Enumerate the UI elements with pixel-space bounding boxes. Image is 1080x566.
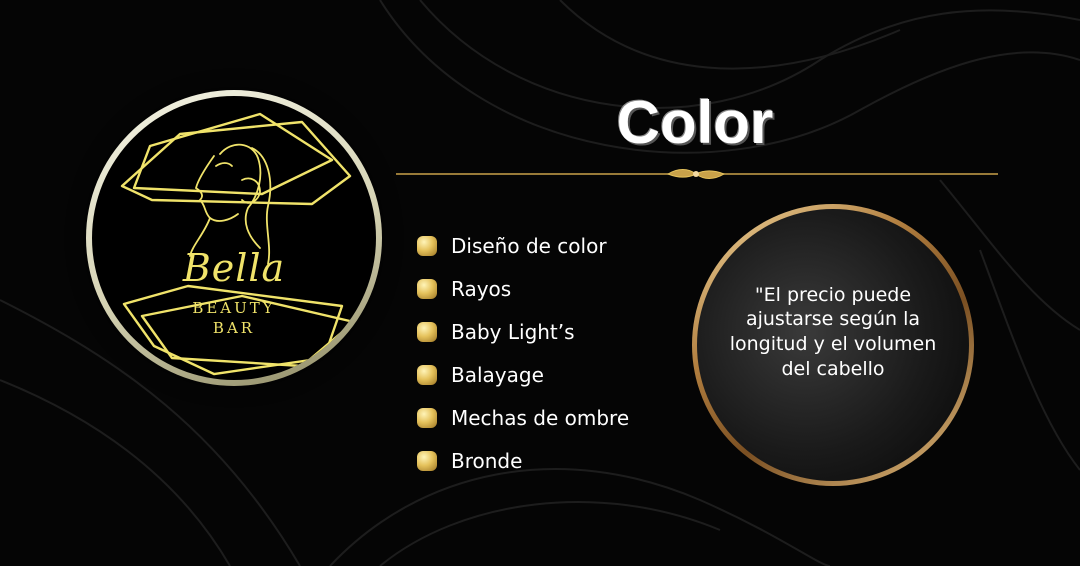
service-label: Mechas de ombre <box>451 405 630 430</box>
list-item: Bronde <box>417 439 629 482</box>
brand-script-name: Bella <box>182 246 286 290</box>
gold-bullet-icon <box>417 364 437 385</box>
service-label: Bronde <box>451 448 523 473</box>
gold-bullet-icon <box>417 407 437 428</box>
price-note-text: "El precio puede ajustarse según la long… <box>729 283 937 380</box>
service-label: Rayos <box>451 276 512 301</box>
service-label: Balayage <box>451 362 544 387</box>
list-item: Balayage <box>417 353 629 396</box>
gold-bullet-icon <box>417 278 437 299</box>
gold-bullet-icon <box>417 321 437 342</box>
price-note-inner: "El precio puede ajustarse según la long… <box>697 209 969 481</box>
gold-bullet-icon <box>417 450 437 471</box>
list-item: Diseño de color <box>417 224 629 267</box>
services-list: Diseño de color Rayos Baby Light’s Balay… <box>417 224 629 482</box>
price-note-circle: "El precio puede ajustarse según la long… <box>692 204 974 486</box>
logo-badge: Bella BEAUTY BAR <box>92 96 376 380</box>
face-outline-icon <box>120 112 356 376</box>
page-title: Color <box>616 89 774 156</box>
service-label: Baby Light’s <box>451 319 575 344</box>
ornamental-divider <box>396 169 998 179</box>
brand-line-2: BAR <box>212 319 256 337</box>
brand-line-1: BEAUTY <box>192 299 276 317</box>
brand-logo: Bella BEAUTY BAR <box>86 90 382 386</box>
list-item: Mechas de ombre <box>417 396 629 439</box>
gold-bullet-icon <box>417 235 437 256</box>
list-item: Rayos <box>417 267 629 310</box>
list-item: Baby Light’s <box>417 310 629 353</box>
service-label: Diseño de color <box>451 233 607 258</box>
